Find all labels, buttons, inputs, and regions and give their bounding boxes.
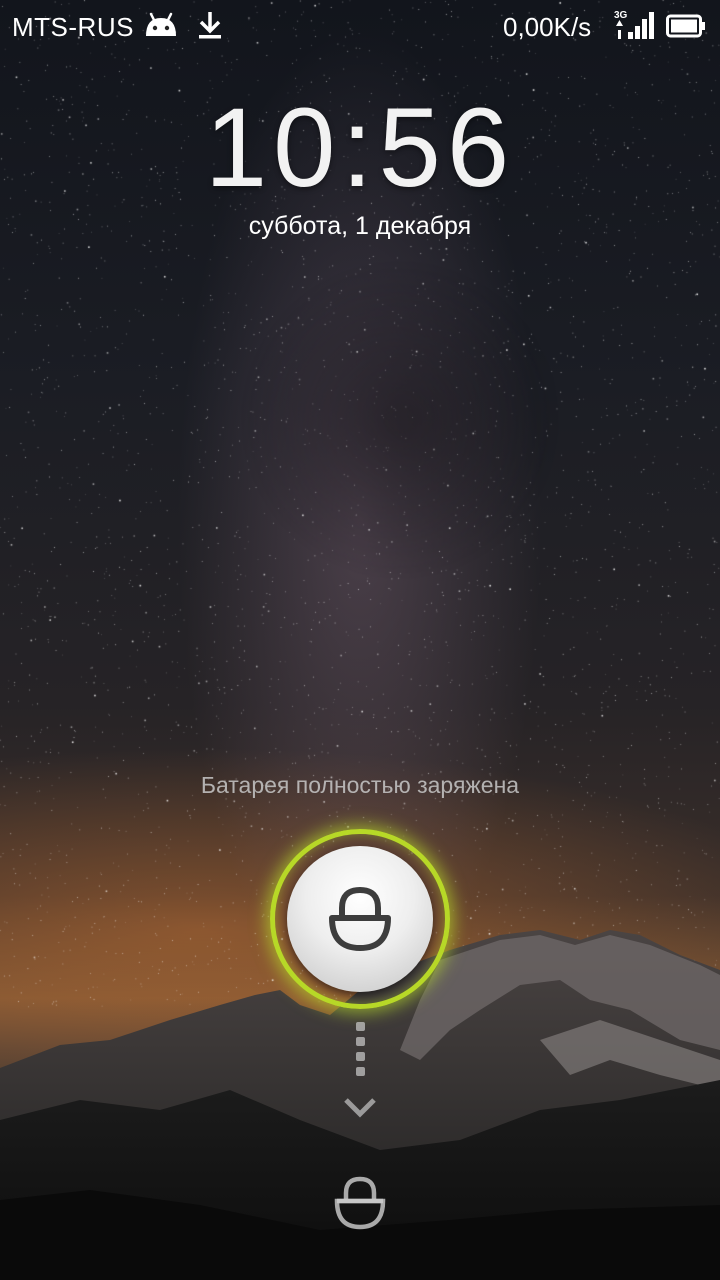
lock-button[interactable] [287,846,433,992]
lockscreen-date: суббота, 1 декабря [248,212,472,240]
lock-icon [329,886,391,951]
unlock-slider-knob[interactable] [270,829,450,1009]
network-type-label: 3G [614,10,628,21]
unlock-icon[interactable] [334,1175,386,1231]
download-icon [199,12,221,39]
signal-icon: 3G [614,10,654,39]
chevron-down-icon [344,1098,376,1118]
lockscreen-clock: 10:56 [204,85,516,210]
status-bar: MTS-RUS 0,00K/s 3G [0,0,720,52]
android-icon [146,12,176,36]
carrier-label: MTS-RUS [12,12,134,42]
network-speed: 0,00K/s [503,12,592,42]
battery-icon [666,14,705,38]
battery-status-message: Батарея полностью заряжена [200,772,520,798]
slide-track-dots [353,1022,367,1092]
